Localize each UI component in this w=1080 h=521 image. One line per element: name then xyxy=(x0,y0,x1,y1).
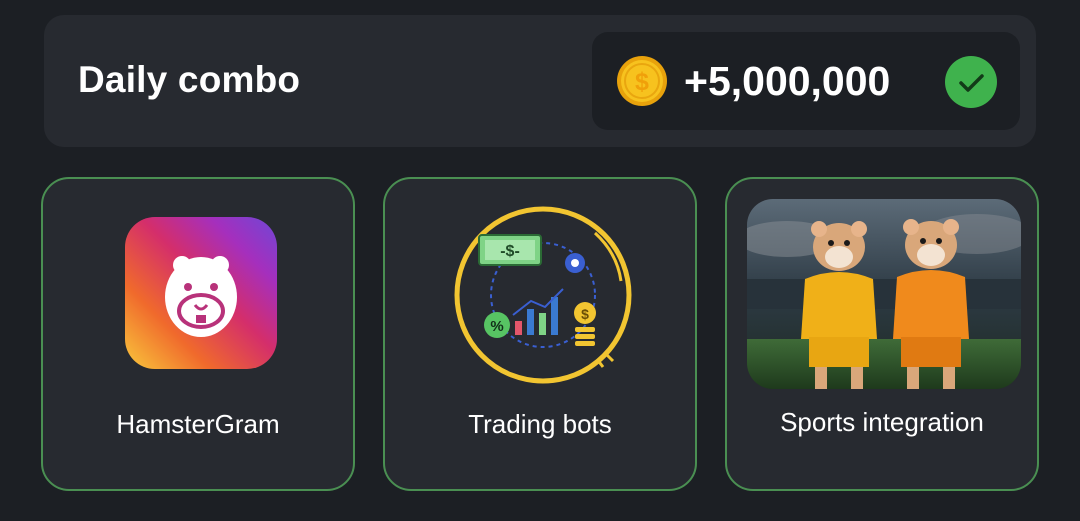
combo-card-sports-integration[interactable]: Sports integration xyxy=(725,177,1039,491)
reward-pill: $ +5,000,000 xyxy=(592,32,1020,130)
card-label-sports-integration: Sports integration xyxy=(780,407,984,437)
coin-icon: $ xyxy=(617,56,667,106)
hamstergram-icon xyxy=(125,217,277,369)
reward-amount: +5,000,000 xyxy=(684,58,891,104)
svg-text:%: % xyxy=(490,318,503,335)
trading-bots-illustration: -$- % $ xyxy=(454,206,632,384)
combo-card-trading-bots[interactable]: -$- % $ Trading bots xyxy=(383,177,697,491)
svg-text:$: $ xyxy=(635,68,649,96)
combo-card-hamstergram[interactable]: HamsterGram xyxy=(41,177,355,491)
daily-combo-header: Daily combo $ +5,000,000 xyxy=(44,15,1036,147)
svg-text:-$-: -$- xyxy=(500,243,520,260)
daily-combo-title: Daily combo xyxy=(78,59,301,100)
check-icon xyxy=(945,56,997,108)
svg-text:$: $ xyxy=(581,306,589,322)
card-label-hamstergram: HamsterGram xyxy=(116,409,280,439)
sports-integration-photo xyxy=(747,199,1021,389)
card-label-trading-bots: Trading bots xyxy=(468,409,612,439)
